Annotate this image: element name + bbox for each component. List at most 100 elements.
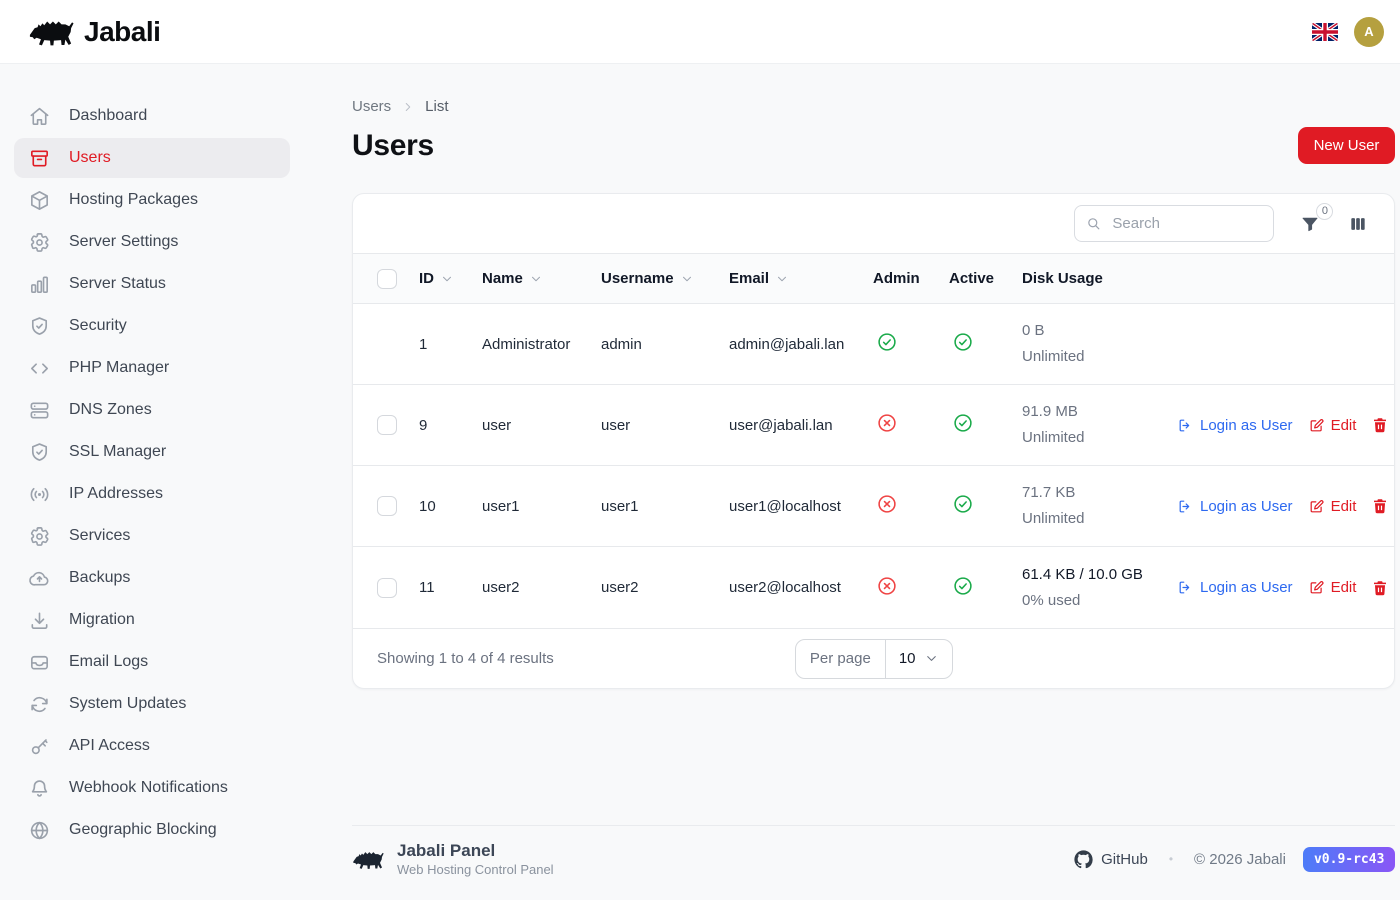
sidebar-item-php-manager[interactable]: PHP Manager — [14, 348, 290, 388]
delete-button[interactable] — [1371, 416, 1389, 434]
sidebar-item-dns-zones[interactable]: DNS Zones — [14, 390, 290, 430]
column-header-id[interactable]: ID — [419, 270, 482, 287]
github-link[interactable]: GitHub — [1074, 850, 1148, 869]
sidebar-item-migration[interactable]: Migration — [14, 600, 290, 640]
results-summary: Showing 1 to 4 of 4 results — [353, 650, 795, 667]
language-switcher[interactable] — [1312, 22, 1340, 42]
sidebar-item-email-logs[interactable]: Email Logs — [14, 642, 290, 682]
footer-subtitle: Web Hosting Control Panel — [397, 861, 554, 878]
sidebar-item-server-status[interactable]: Server Status — [14, 264, 290, 304]
row-checkbox[interactable] — [377, 496, 397, 516]
download-icon — [28, 609, 51, 632]
sidebar-item-hosting-packages[interactable]: Hosting Packages — [14, 180, 290, 220]
avatar[interactable]: A — [1354, 17, 1384, 47]
table-row: 11 user2 user2 user2@localhost 61.4 KB /… — [353, 547, 1394, 628]
github-icon — [1074, 850, 1093, 869]
footer-brand: Jabali Panel — [397, 840, 554, 861]
sidebar-item-ssl-manager[interactable]: SSL Manager — [14, 432, 290, 472]
table-body: 1 Administrator admin admin@jabali.lan 0… — [353, 304, 1394, 628]
sort-chevron-icon[interactable] — [680, 272, 694, 286]
users-table-card: 0 ID Name — [352, 193, 1395, 689]
cell-disk-usage: 0 B Unlimited — [1022, 318, 1177, 370]
table-header-row: ID Name Username Email — [353, 253, 1394, 304]
app-title: Jabali — [84, 16, 160, 48]
inbox-icon — [28, 651, 51, 674]
sidebar-item-security[interactable]: Security — [14, 306, 290, 346]
edit-pencil-icon — [1308, 417, 1325, 434]
cell-id: 9 — [419, 417, 482, 434]
sidebar-item-label: Server Settings — [69, 233, 178, 251]
sidebar-item-api-access[interactable]: API Access — [14, 726, 290, 766]
delete-button[interactable] — [1371, 497, 1389, 515]
copyright: © 2026 Jabali — [1194, 851, 1286, 868]
cell-disk-usage: 61.4 KB / 10.0 GB 0% used — [1022, 562, 1177, 614]
column-header-name[interactable]: Name — [482, 270, 601, 287]
search-input[interactable] — [1074, 205, 1274, 242]
login-as-user-button[interactable]: Login as User — [1177, 417, 1293, 434]
sort-chevron-icon[interactable] — [529, 272, 543, 286]
code-icon — [28, 357, 51, 380]
shield-check-icon — [28, 315, 51, 338]
app-logo: Jabali — [28, 14, 160, 50]
check-circle-icon — [876, 331, 898, 353]
sidebar-item-label: Security — [69, 317, 127, 335]
sidebar-item-label: SSL Manager — [69, 443, 166, 461]
sidebar: Dashboard Users Hosting Packages Server … — [0, 64, 304, 900]
cog-icon — [28, 231, 51, 254]
sidebar-item-users[interactable]: Users — [14, 138, 290, 178]
sidebar-item-label: DNS Zones — [69, 401, 152, 419]
delete-button[interactable] — [1371, 579, 1389, 597]
home-icon — [28, 105, 51, 128]
sidebar-item-services[interactable]: Services — [14, 516, 290, 556]
search-icon — [1085, 215, 1102, 232]
per-page-select[interactable]: 10 — [885, 640, 952, 678]
filter-button[interactable]: 0 — [1298, 212, 1322, 236]
sidebar-item-webhook-notifications[interactable]: Webhook Notifications — [14, 768, 290, 808]
sidebar-item-dashboard[interactable]: Dashboard — [14, 96, 290, 136]
broadcast-icon — [28, 483, 51, 506]
column-header-username[interactable]: Username — [601, 270, 729, 287]
sidebar-item-ip-addresses[interactable]: IP Addresses — [14, 474, 290, 514]
row-checkbox[interactable] — [377, 415, 397, 435]
row-checkbox[interactable] — [377, 578, 397, 598]
sidebar-item-system-updates[interactable]: System Updates — [14, 684, 290, 724]
page-footer: Jabali Panel Web Hosting Control Panel G… — [352, 825, 1395, 900]
sidebar-item-label: Users — [69, 149, 111, 167]
cell-email: user2@localhost — [729, 579, 873, 596]
column-header-email[interactable]: Email — [729, 270, 873, 287]
edit-button[interactable]: Edit — [1308, 417, 1357, 434]
column-header-disk-usage: Disk Usage — [1022, 270, 1177, 287]
shield-check-icon — [28, 441, 51, 464]
key-icon — [28, 735, 51, 758]
sidebar-item-geographic-blocking[interactable]: Geographic Blocking — [14, 810, 290, 850]
sidebar-item-backups[interactable]: Backups — [14, 558, 290, 598]
table-toolbar: 0 — [353, 194, 1394, 253]
edit-button[interactable]: Edit — [1308, 498, 1357, 515]
login-as-user-button[interactable]: Login as User — [1177, 498, 1293, 515]
version-badge: v0.9-rc43 — [1303, 847, 1395, 872]
edit-button[interactable]: Edit — [1308, 579, 1357, 596]
new-user-button[interactable]: New User — [1298, 127, 1396, 164]
cell-email: admin@jabali.lan — [729, 336, 873, 353]
drawer-icon — [28, 147, 51, 170]
boar-logo-icon — [28, 14, 74, 50]
cell-disk-usage: 91.9 MB Unlimited — [1022, 399, 1177, 451]
footer-separator: • — [1169, 852, 1173, 866]
breadcrumb-users-link[interactable]: Users — [352, 98, 391, 115]
x-circle-icon — [876, 493, 898, 515]
sidebar-item-label: API Access — [69, 737, 150, 755]
sort-chevron-icon[interactable] — [775, 272, 789, 286]
cell-name: Administrator — [482, 336, 601, 353]
sort-chevron-icon[interactable] — [440, 272, 454, 286]
sidebar-item-label: Services — [69, 527, 130, 545]
login-as-user-button[interactable]: Login as User — [1177, 579, 1293, 596]
breadcrumb: Users List — [352, 98, 1395, 115]
columns-button[interactable] — [1346, 212, 1370, 236]
select-all-checkbox[interactable] — [377, 269, 397, 289]
sidebar-item-server-settings[interactable]: Server Settings — [14, 222, 290, 262]
per-page-label: Per page — [796, 640, 885, 678]
cell-username: user2 — [601, 579, 729, 596]
refresh-icon — [28, 693, 51, 716]
main-content: Users List Users New User 0 — [304, 64, 1400, 900]
cell-email: user@jabali.lan — [729, 417, 873, 434]
